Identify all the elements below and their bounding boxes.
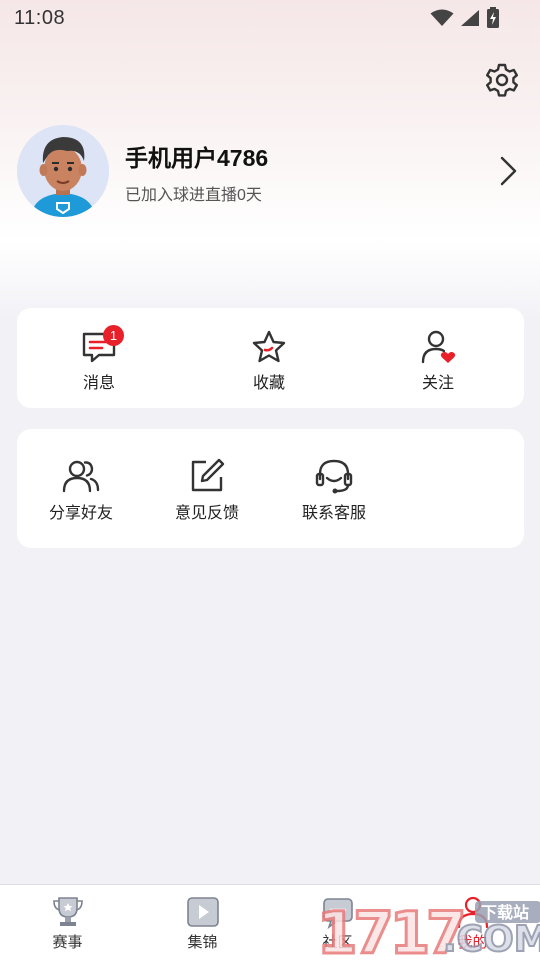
star-icon: [252, 330, 286, 363]
status-time: 11:08: [14, 6, 66, 29]
favorites-label: 收藏: [252, 375, 285, 392]
status-icons: [430, 7, 500, 29]
join-days-text: 已加入球进直播0天: [125, 187, 262, 204]
battery-icon: [487, 7, 499, 28]
avatar[interactable]: [17, 125, 109, 217]
chevron-right-icon[interactable]: [498, 155, 520, 187]
customer-service-label: 联系客服: [301, 505, 366, 522]
gear-icon: [486, 63, 518, 97]
site-watermark-logo: 1717 .COM 下载站: [316, 898, 540, 959]
favorites-button[interactable]: 收藏: [209, 308, 329, 408]
share-friends-button[interactable]: 分享好友: [17, 429, 145, 548]
share-friends-label: 分享好友: [48, 505, 113, 522]
trophy-icon: [52, 897, 83, 926]
star-icon-wrap: [250, 328, 288, 366]
tools-card: 分享好友 意见反馈 联系客服: [17, 429, 524, 548]
messages-button[interactable]: 1 消息: [39, 308, 159, 408]
follow-icon: [421, 330, 456, 364]
customer-service-button[interactable]: 联系客服: [270, 429, 398, 548]
tab-matches[interactable]: 赛事: [0, 885, 135, 960]
follow-icon-wrap: [419, 328, 457, 366]
headset-icon: [315, 459, 353, 494]
tab-highlights-label: 集锦: [187, 934, 218, 951]
settings-button[interactable]: [484, 62, 520, 98]
messages-label: 消息: [82, 375, 115, 392]
feedback-label: 意见反馈: [174, 505, 239, 522]
svg-text:下载站: 下载站: [481, 903, 529, 922]
following-label: 关注: [421, 375, 454, 392]
feedback-button[interactable]: 意见反馈: [143, 429, 271, 548]
following-button[interactable]: 关注: [378, 308, 498, 408]
edit-icon: [191, 458, 225, 492]
unread-badge: 1: [103, 325, 124, 346]
signal-icon: [461, 10, 479, 26]
friends-icon: [62, 460, 100, 493]
svg-text:.COM: .COM: [443, 919, 540, 959]
avatar-illustration: [17, 125, 109, 217]
quick-actions-card: 1 消息 收藏 关注: [17, 308, 524, 408]
tab-matches-label: 赛事: [52, 934, 83, 951]
tab-highlights[interactable]: 集锦: [135, 885, 270, 960]
profile-section[interactable]: 手机用户4786 已加入球进直播0天: [17, 125, 527, 217]
message-icon-wrap: 1: [80, 325, 124, 366]
username: 手机用户4786: [125, 145, 269, 171]
status-bar: 11:08: [0, 0, 540, 36]
svg-text:1717: 1717: [317, 899, 462, 959]
wifi-icon: [430, 9, 454, 26]
play-icon: [186, 897, 219, 927]
